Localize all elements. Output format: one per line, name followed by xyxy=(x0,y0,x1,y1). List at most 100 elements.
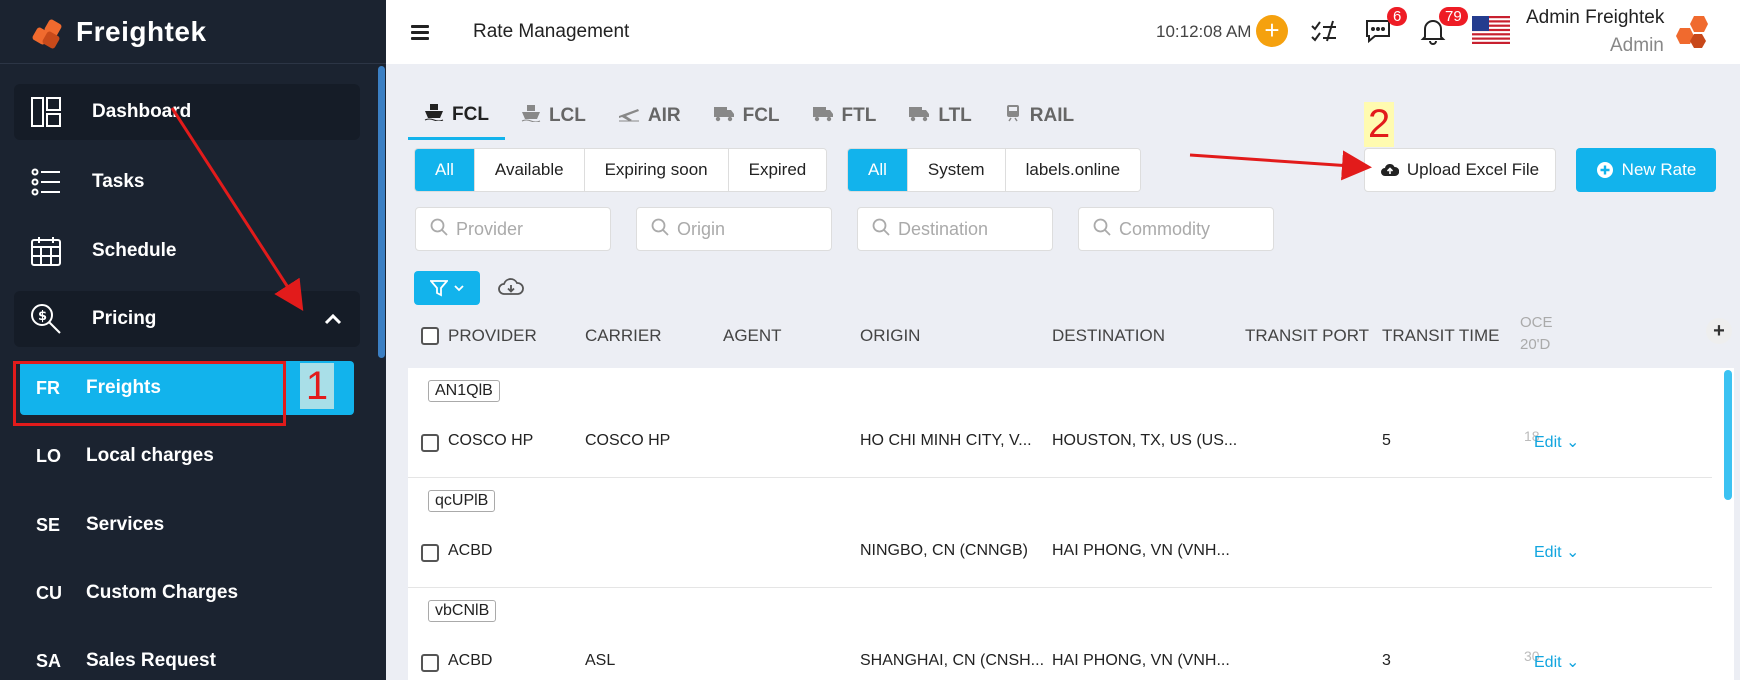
rate-code: vbCNlB xyxy=(428,600,497,622)
cell-transit-time: 5 xyxy=(1382,432,1391,449)
user-name[interactable]: Admin Freightek xyxy=(1526,7,1664,29)
source-filter: All System labels.online xyxy=(847,148,1142,192)
col-ocean[interactable]: OCE xyxy=(1520,314,1553,331)
row-checkbox[interactable] xyxy=(421,434,439,452)
chevron-down-icon xyxy=(454,284,464,292)
new-rate-button[interactable]: New Rate xyxy=(1576,148,1716,192)
sidebar-subitem-services[interactable]: SE Services xyxy=(20,498,354,552)
status-available[interactable]: Available xyxy=(474,149,585,191)
rate-code: AN1QlB xyxy=(428,380,500,402)
quick-add-button[interactable]: + xyxy=(1256,15,1288,47)
funnel-icon xyxy=(430,279,448,297)
status-all[interactable]: All xyxy=(415,149,475,191)
filter-dropdown-button[interactable] xyxy=(414,271,480,305)
sidebar-item-label: Tasks xyxy=(92,171,145,192)
provider-placeholder: Provider xyxy=(456,218,524,239)
table-scrollbar[interactable] xyxy=(1724,370,1732,500)
subitem-label: Sales Request xyxy=(86,650,216,671)
train-icon xyxy=(1004,104,1022,128)
select-all-checkbox[interactable] xyxy=(421,327,439,345)
edit-dropdown[interactable]: Edit ⌄ xyxy=(1534,542,1579,562)
origin-placeholder: Origin xyxy=(677,218,726,239)
col-carrier[interactable]: CARRIER xyxy=(585,326,662,346)
sidebar-item-pricing[interactable]: $ Pricing xyxy=(14,291,360,347)
col-origin[interactable]: ORIGIN xyxy=(860,326,920,346)
tab-fcl-truck[interactable]: FCL xyxy=(697,92,796,140)
tab-ftl[interactable]: FTL xyxy=(796,92,893,140)
tab-ltl[interactable]: LTL xyxy=(892,92,987,140)
brand[interactable]: Freightek xyxy=(0,0,386,64)
source-labels-online[interactable]: labels.online xyxy=(1005,149,1141,191)
ship-icon xyxy=(424,103,444,127)
us-flag-icon[interactable] xyxy=(1472,16,1510,44)
avatar[interactable] xyxy=(1672,12,1714,54)
row-checkbox[interactable] xyxy=(421,654,439,672)
col-destination[interactable]: DESTINATION xyxy=(1052,326,1165,346)
tab-air[interactable]: AIR xyxy=(602,92,697,140)
checklist-icon[interactable] xyxy=(1309,17,1339,47)
col-transit-port[interactable]: TRANSIT PORT xyxy=(1245,326,1369,346)
tab-label: LTL xyxy=(938,105,972,126)
tab-label: RAIL xyxy=(1029,105,1075,126)
sidebar-item-schedule[interactable]: Schedule xyxy=(14,223,360,279)
sidebar-subitem-freights[interactable]: FR Freights xyxy=(20,361,354,415)
page-title: Rate Management xyxy=(473,21,630,42)
col-transit-time[interactable]: TRANSIT TIME xyxy=(1382,326,1499,346)
search-icon xyxy=(1093,218,1111,241)
cell-origin: HO CHI MINH CITY, V... xyxy=(860,432,1032,449)
main-content: FCL LCL AIR FCL FTL LTL RAIL All Availab… xyxy=(386,64,1740,680)
sidebar-subitem-sales-request[interactable]: SA Sales Request xyxy=(20,634,354,680)
row-checkbox[interactable] xyxy=(421,544,439,562)
sidebar-item-label: Dashboard xyxy=(92,101,192,122)
sidebar-item-dashboard[interactable]: Dashboard xyxy=(14,84,360,140)
notifications-badge: 79 xyxy=(1439,7,1468,26)
cell-origin: SHANGHAI, CN (CNSH... xyxy=(860,652,1045,669)
sidebar-item-tasks[interactable]: Tasks xyxy=(14,154,360,210)
sidebar-subitem-custom-charges[interactable]: CU Custom Charges xyxy=(20,566,354,620)
table-row: AN1QlB COSCO HP COSCO HP HO CHI MINH CIT… xyxy=(408,368,1712,478)
provider-search-input[interactable]: Provider xyxy=(415,207,611,251)
status-expired[interactable]: Expired xyxy=(728,149,827,191)
sidebar-item-label: Pricing xyxy=(92,308,157,329)
destination-search-input[interactable]: Destination xyxy=(857,207,1053,251)
plus-circle-icon xyxy=(1596,161,1614,179)
tab-label: FTL xyxy=(841,105,877,126)
tab-lcl[interactable]: LCL xyxy=(505,92,602,140)
cloud-download-icon[interactable] xyxy=(498,276,524,302)
truck-icon xyxy=(713,104,735,128)
add-column-button[interactable]: + xyxy=(1706,318,1732,344)
edit-dropdown[interactable]: Edit ⌄ xyxy=(1534,432,1579,452)
ship-icon xyxy=(521,104,541,128)
subitem-label: Custom Charges xyxy=(86,582,239,603)
cell-provider: ACBD xyxy=(448,542,493,559)
tab-label: AIR xyxy=(647,105,681,126)
edit-label: Edit xyxy=(1534,544,1562,561)
col-agent[interactable]: AGENT xyxy=(723,326,782,346)
origin-search-input[interactable]: Origin xyxy=(636,207,832,251)
search-icon xyxy=(872,218,890,241)
col-provider[interactable]: PROVIDER xyxy=(448,326,537,346)
upload-excel-button[interactable]: Upload Excel File xyxy=(1364,148,1556,192)
cell-transit-time: 3 xyxy=(1382,652,1391,669)
messages-badge: 6 xyxy=(1387,7,1408,26)
menu-icon[interactable] xyxy=(411,22,429,43)
status-filter: All Available Expiring soon Expired xyxy=(414,148,828,192)
tab-fcl-sea[interactable]: FCL xyxy=(408,92,505,140)
chevron-up-icon[interactable] xyxy=(324,309,342,330)
cell-provider: COSCO HP xyxy=(448,432,534,449)
svg-text:$: $ xyxy=(38,309,47,324)
subitem-abbr: FR xyxy=(36,377,60,398)
commodity-search-input[interactable]: Commodity xyxy=(1078,207,1274,251)
sidebar-scrollbar[interactable] xyxy=(376,64,386,360)
source-all[interactable]: All xyxy=(848,149,908,191)
cell-carrier: ASL xyxy=(585,652,616,669)
source-system[interactable]: System xyxy=(907,149,1006,191)
rates-table-body: AN1QlB COSCO HP COSCO HP HO CHI MINH CIT… xyxy=(408,368,1734,680)
status-expiring-soon[interactable]: Expiring soon xyxy=(584,149,729,191)
clock: 10:12:08 AM xyxy=(1156,22,1252,41)
sidebar-item-label: Schedule xyxy=(92,240,177,261)
edit-dropdown[interactable]: Edit ⌄ xyxy=(1534,652,1579,672)
tab-rail[interactable]: RAIL xyxy=(988,92,1090,140)
sidebar-subitem-local-charges[interactable]: LO Local charges xyxy=(20,429,354,483)
cell-destination: HAI PHONG, VN (VNH... xyxy=(1052,652,1230,669)
